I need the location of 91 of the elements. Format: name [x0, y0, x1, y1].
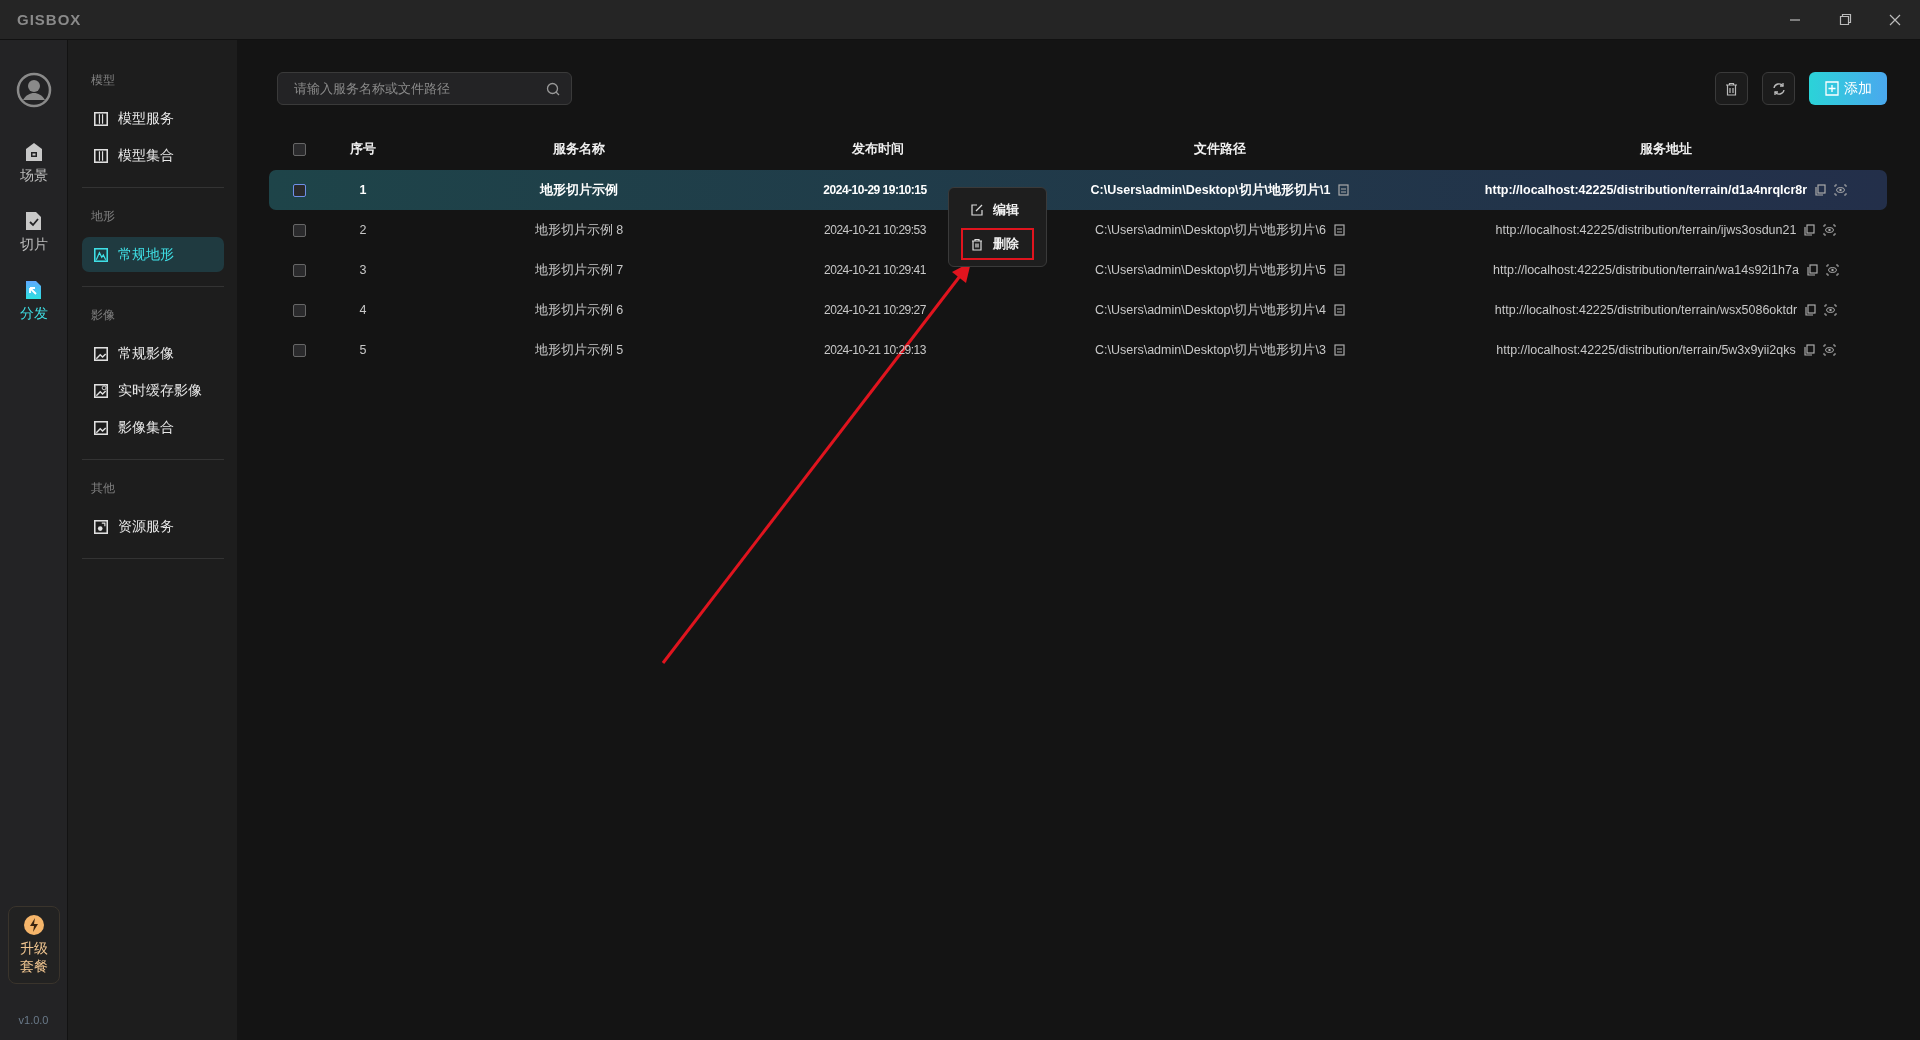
document-icon[interactable]: [1333, 304, 1345, 316]
nav-item[interactable]: 模型服务: [82, 101, 224, 136]
refresh-icon: [1771, 81, 1786, 96]
table-cell: http://localhost:42225/distribution/terrain/wsx5086oktdr: [1494, 303, 1798, 317]
preview-icon[interactable]: [1825, 264, 1839, 276]
restore-icon[interactable]: [1838, 13, 1852, 26]
table-cell: 3: [359, 263, 367, 277]
rail-tab[interactable]: 分发: [19, 280, 48, 323]
table-cell: C:\Users\admin\Desktop\切片\地形切片\1: [1090, 181, 1331, 199]
table-cell: http://localhost:42225/distribution/terrain/wa14s92i1h7a: [1493, 263, 1799, 277]
nav-item[interactable]: 常规地形: [82, 237, 224, 272]
table-cell: C:\Users\admin\Desktop\切片\地形切片\4: [1095, 301, 1326, 319]
refresh-button[interactable]: [1762, 72, 1795, 105]
copy-icon[interactable]: [1815, 184, 1827, 196]
copy-icon[interactable]: [1806, 264, 1818, 276]
select-all-checkbox[interactable]: [292, 142, 306, 156]
document-icon[interactable]: [1333, 224, 1345, 236]
preview-icon[interactable]: [1822, 344, 1836, 356]
row-checkbox[interactable]: [292, 343, 306, 357]
column-header: 服务名称: [553, 140, 605, 158]
table-cell: http://localhost:42225/distribution/terrain/5w3x9yii2qks: [1496, 343, 1796, 357]
app-logo: GISBOX: [17, 11, 82, 28]
trash-icon: [971, 237, 983, 251]
close-icon[interactable]: [1889, 13, 1901, 26]
table-cell: C:\Users\admin\Desktop\切片\地形切片\6: [1095, 221, 1326, 239]
document-check-icon: [25, 211, 42, 231]
table-cell: C:\Users\admin\Desktop\切片\地形切片\3: [1095, 341, 1326, 359]
table-cell: 地形切片示例 8: [534, 221, 624, 239]
nav-item[interactable]: 模型集合: [82, 138, 224, 173]
bars-icon: [94, 147, 108, 164]
table-cell: http://localhost:42225/distribution/terrain/d1a4nrqlcr8r: [1484, 183, 1808, 197]
table-cell: 2: [359, 223, 367, 237]
column-header: 文件路径: [1194, 140, 1246, 158]
table-cell: 地形切片示例 5: [534, 341, 624, 359]
table-cell: 地形切片示例: [540, 181, 618, 199]
nav-group-title: 模型: [90, 72, 116, 89]
nav-group-title: 影像: [90, 307, 116, 324]
row-checkbox[interactable]: [292, 303, 306, 317]
table-cell: C:\Users\admin\Desktop\切片\地形切片\5: [1095, 261, 1326, 279]
document-icon[interactable]: [1333, 264, 1345, 276]
row-checkbox[interactable]: [292, 223, 306, 237]
copy-icon[interactable]: [1803, 344, 1815, 356]
upgrade-button[interactable]: 升级套餐: [7, 906, 60, 984]
menu-item[interactable]: 编辑: [961, 194, 1034, 226]
menu-item[interactable]: 删除: [961, 228, 1034, 260]
mountain-icon: [94, 246, 108, 263]
document-icon[interactable]: [1333, 344, 1345, 356]
copy-icon[interactable]: [1805, 304, 1817, 316]
column-header: 服务地址: [1640, 140, 1692, 158]
copy-icon[interactable]: [1804, 224, 1816, 236]
nav-item[interactable]: 资源服务: [82, 509, 224, 544]
table-cell: 4: [359, 303, 367, 317]
rail-tab[interactable]: 场景: [19, 142, 48, 185]
nav-group-title: 其他: [90, 480, 116, 497]
nav-item[interactable]: 常规影像: [82, 336, 224, 371]
rail-tab[interactable]: 切片: [19, 211, 48, 254]
preview-icon[interactable]: [1834, 184, 1848, 196]
version-label: v1.0.0: [18, 1014, 49, 1026]
edit-icon: [971, 204, 983, 216]
search-field[interactable]: 请输入服务名称或文件路径: [277, 72, 572, 105]
trash-icon: [1725, 81, 1738, 96]
nav-item[interactable]: 实时缓存影像: [82, 373, 224, 408]
image-icon: [94, 419, 108, 436]
delete-button[interactable]: [1715, 72, 1748, 105]
table-cell: 2024-10-21 10:29:53: [824, 223, 926, 237]
image-icon: [94, 382, 108, 399]
nav-item[interactable]: 影像集合: [82, 410, 224, 445]
document-icon[interactable]: [1338, 184, 1350, 196]
table-cell: http://localhost:42225/distribution/terrain/ijws3osdun21: [1495, 223, 1797, 237]
table-cell: 1: [359, 183, 367, 197]
house-icon: [24, 142, 43, 162]
row-checkbox[interactable]: [292, 263, 306, 277]
bars-icon: [94, 110, 108, 127]
table-cell: 5: [359, 343, 367, 357]
preview-icon[interactable]: [1824, 304, 1838, 316]
search-icon[interactable]: [546, 82, 560, 96]
column-header: 发布时间: [852, 140, 904, 158]
box-icon: [94, 518, 108, 535]
table-cell: 2024-10-21 10:29:41: [824, 263, 926, 277]
nav-group-title: 地形: [90, 208, 116, 225]
avatar-icon[interactable]: [15, 72, 52, 108]
lightning-icon: [23, 915, 44, 935]
document-arrow-icon: [25, 280, 42, 300]
image-icon: [94, 345, 108, 362]
table-cell: 2024-10-21 10:29:27: [824, 303, 926, 317]
table-cell: 地形切片示例 6: [534, 301, 624, 319]
table-cell: 2024-10-29 19:10:15: [823, 183, 927, 197]
table-cell: 地形切片示例 7: [534, 261, 624, 279]
column-header: 序号: [350, 140, 376, 158]
plus-icon: [1824, 81, 1839, 96]
preview-icon[interactable]: [1823, 224, 1837, 236]
